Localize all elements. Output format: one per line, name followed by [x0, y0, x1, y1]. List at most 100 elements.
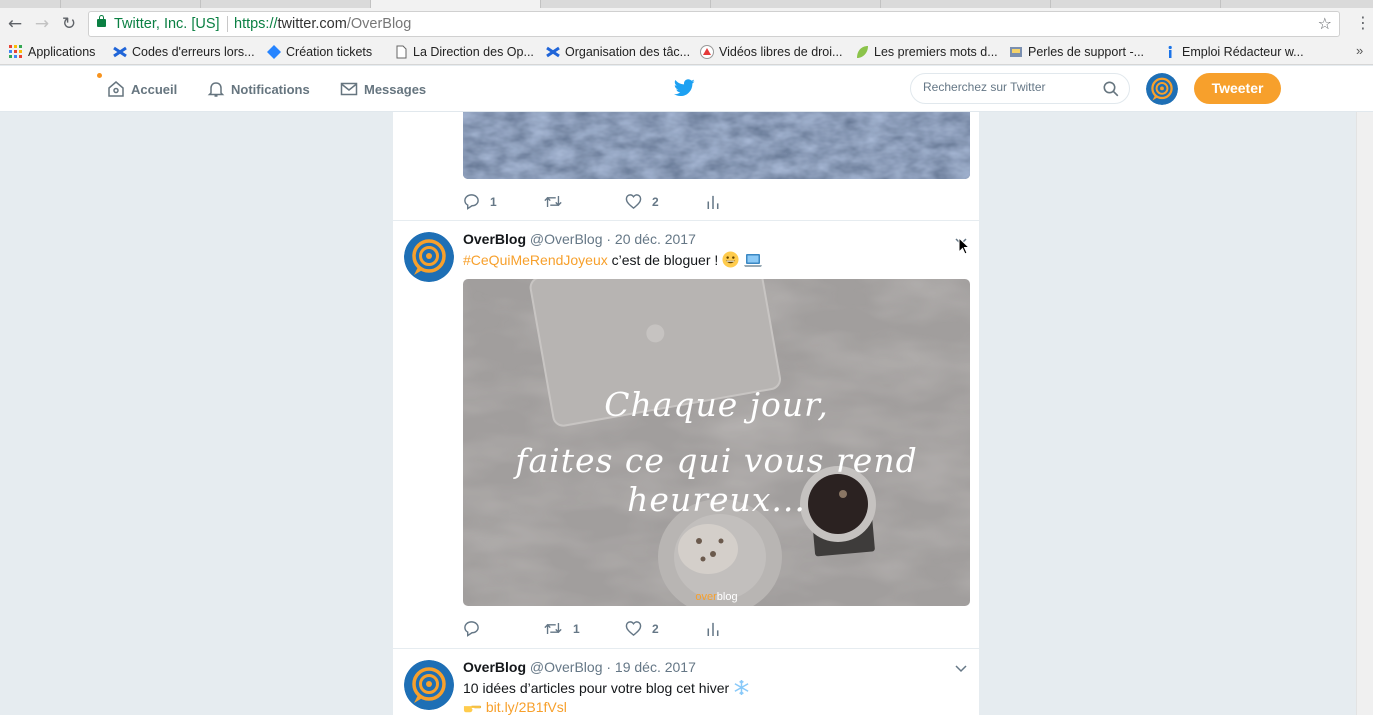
url-path: /OverBlog [346, 16, 412, 32]
search-input[interactable] [923, 80, 1093, 94]
heart-icon [625, 194, 642, 210]
bookmark-label: Applications [28, 45, 96, 59]
timeline: 1 2 OverBlog @OverBlog · 20 déc. 2017 #C… [392, 112, 980, 715]
overblog-logo-icon [1146, 73, 1178, 105]
reply-icon [464, 194, 479, 210]
tweet-hashtag[interactable]: #CeQuiMeRendJoyeux [463, 252, 608, 268]
retweet-icon [544, 196, 562, 207]
like-action[interactable]: 2 [625, 619, 659, 639]
forward-arrow-icon[interactable]: → [32, 14, 52, 34]
tweet-avatar[interactable] [404, 660, 454, 710]
browser-tab-active[interactable] [370, 0, 540, 8]
profile-avatar[interactable] [1146, 73, 1178, 105]
bookmark-item[interactable]: Codes d'erreurs lors... [113, 44, 255, 61]
tweet-meta[interactable]: @OverBlog · 20 déc. 2017 [530, 231, 696, 247]
retweet-action[interactable] [543, 192, 573, 212]
bookmark-item[interactable]: La Direction des Op... [394, 44, 534, 61]
brand-part-b: blog [716, 591, 738, 603]
page-icon [396, 45, 407, 59]
tweet-link-line: bit.ly/2B1fVsl [463, 699, 567, 715]
browser-tab-strip [0, 0, 1373, 8]
twitter-bird-icon[interactable] [674, 79, 695, 97]
image-quote-line-2: faites ce qui vous rend heureux... [515, 441, 918, 519]
like-action[interactable]: 2 [625, 192, 659, 212]
confluence-icon [113, 46, 127, 58]
reply-icon [464, 621, 479, 637]
tweet-text: #CeQuiMeRendJoyeux c’est de bloguer ! [463, 251, 763, 268]
bookmark-label: Vidéos libres de droi... [719, 45, 843, 59]
leaf-icon [857, 46, 868, 58]
bookmark-star-icon[interactable]: ☆ [1318, 12, 1332, 36]
browser-tab[interactable] [710, 0, 880, 8]
nav-messages-label: Messages [364, 82, 427, 97]
url-text[interactable]: https://twitter.com/OverBlog [234, 12, 411, 36]
tweet[interactable]: 1 2 [393, 112, 979, 221]
bookmark-item[interactable]: Perles de support -... [1009, 44, 1144, 61]
reload-icon[interactable]: ↻ [59, 14, 79, 34]
nav-notifications-label: Notifications [231, 82, 310, 97]
retweet-icon [544, 623, 562, 634]
retweet-action[interactable]: 1 [543, 619, 580, 639]
bookmarks-overflow-icon[interactable]: » [1356, 43, 1363, 58]
lock-icon [97, 15, 106, 27]
browser-tab[interactable] [540, 0, 710, 8]
envelope-icon [340, 82, 358, 96]
bookmark-item[interactable]: Organisation des tâc... [546, 44, 690, 61]
info-icon [1168, 45, 1172, 58]
tweet-image[interactable]: Chaque jour, faites ce qui vous rend heu… [463, 279, 970, 606]
address-bar[interactable]: Twitter, Inc. [US] https://twitter.com/O… [88, 11, 1340, 37]
bookmark-label: Les premiers mots d... [874, 45, 998, 59]
tweet-avatar[interactable] [404, 232, 454, 282]
back-arrow-icon[interactable]: ← [5, 14, 25, 34]
overblog-logo-icon [404, 232, 454, 282]
nav-notifications[interactable]: Notifications [207, 80, 310, 98]
analytics-icon [707, 195, 719, 210]
bookmark-item[interactable]: Création tickets [267, 44, 372, 61]
heart-icon [625, 621, 642, 637]
tweet-button[interactable]: Tweeter [1194, 73, 1281, 104]
retweet-count: 1 [573, 622, 580, 636]
confluence-icon [546, 46, 560, 58]
tweet-author-name[interactable]: OverBlog [463, 659, 526, 675]
browser-tab[interactable] [200, 0, 370, 8]
home-icon [108, 81, 124, 97]
browser-tab[interactable] [880, 0, 1050, 8]
tweet-header: OverBlog @OverBlog · 20 déc. 2017 [463, 231, 696, 247]
twitter-header: Accueil Notifications Messages Tweeter [0, 66, 1373, 112]
tweet[interactable]: OverBlog @OverBlog · 20 déc. 2017 #CeQui… [393, 221, 979, 649]
bookmark-item[interactable]: Emploi Rédacteur w... [1163, 44, 1304, 61]
bookmark-label: Codes d'erreurs lors... [132, 45, 255, 59]
reply-action[interactable] [463, 619, 490, 639]
tweet-author-name[interactable]: OverBlog [463, 231, 526, 247]
address-separator [227, 16, 228, 32]
reply-action[interactable]: 1 [463, 192, 497, 212]
nav-messages[interactable]: Messages [340, 80, 426, 98]
search-icon[interactable] [1103, 81, 1119, 97]
page-scrollbar[interactable] [1356, 112, 1373, 715]
bookmark-applications[interactable]: Applications [9, 44, 95, 61]
chevron-down-icon[interactable] [954, 662, 968, 676]
browser-menu-icon[interactable]: ⋮ [1355, 13, 1371, 33]
tweet-image-graphic [463, 112, 970, 179]
tweet-actions: 1 2 [463, 192, 763, 212]
tweet-image[interactable] [463, 112, 970, 179]
browser-tab[interactable] [1050, 0, 1220, 8]
apps-grid-icon [9, 45, 22, 58]
pointing-hand-emoji-icon [463, 705, 482, 713]
analytics-action[interactable] [705, 619, 721, 639]
browser-tab[interactable] [60, 0, 200, 8]
bookmark-label: Perles de support -... [1028, 45, 1145, 59]
browser-tab[interactable] [1220, 0, 1360, 8]
tweet-meta[interactable]: @OverBlog · 19 déc. 2017 [530, 659, 696, 675]
bookmark-item[interactable]: Vidéos libres de droi... [700, 44, 842, 61]
tweet-body: 10 idées d’articles pour votre blog cet … [463, 680, 734, 696]
browser-toolbar: ← → ↻ Twitter, Inc. [US] https://twitter… [0, 8, 1373, 40]
analytics-action[interactable] [705, 192, 721, 212]
reply-count: 1 [490, 195, 497, 209]
video-site-icon [700, 45, 714, 59]
nav-home[interactable]: Accueil [107, 80, 177, 98]
tweet[interactable]: OverBlog @OverBlog · 19 déc. 2017 10 idé… [393, 649, 979, 715]
bookmark-item[interactable]: Les premiers mots d... [855, 44, 998, 61]
site-identity: Twitter, Inc. [US] [114, 16, 220, 32]
tweet-link[interactable]: bit.ly/2B1fVsl [486, 699, 567, 715]
